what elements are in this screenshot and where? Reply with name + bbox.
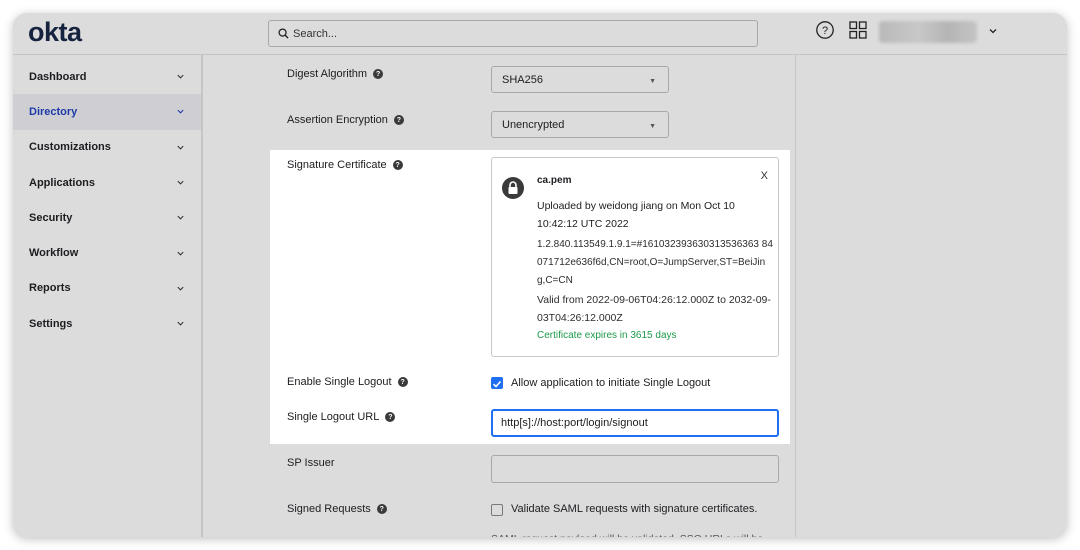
sidebar-item-label: Settings <box>29 317 73 330</box>
signed-requests-label: Signed Requests ? <box>287 503 387 515</box>
chevron-down-icon <box>177 110 184 115</box>
label-text: Signed Requests <box>287 503 371 515</box>
sp-issuer-label: SP Issuer <box>287 457 335 469</box>
chevron-down-icon <box>177 216 184 220</box>
caret-down-icon: ▼ <box>649 78 656 85</box>
help-icon[interactable]: ? <box>376 504 387 514</box>
sidebar-item-reports[interactable]: Reports <box>13 271 201 306</box>
lock-icon <box>502 177 524 199</box>
certificate-distinguished-name: 1.2.840.113549.1.9.1=#161032393630313536… <box>537 239 773 286</box>
signed-requests-note: SAML request payload will be validated. … <box>491 532 763 537</box>
sidebar-item-directory[interactable]: Directory <box>13 94 201 130</box>
digest-algorithm-label: Digest Algorithm ? <box>287 68 384 80</box>
label-text: Single Logout URL <box>287 411 380 423</box>
help-icon[interactable]: ? <box>397 377 408 387</box>
search-icon <box>278 28 289 39</box>
apps-grid-icon[interactable] <box>848 20 868 40</box>
certificate-card: ca.pem X Uploaded by weidong jiang on Mo… <box>491 157 779 357</box>
help-icon[interactable]: ? <box>815 20 835 40</box>
single-logout-url-input[interactable]: http[s]://host:port/login/signout <box>491 409 779 437</box>
sidebar-item-workflow[interactable]: Workflow <box>13 235 201 270</box>
sidebar-item-label: Workflow <box>29 247 79 260</box>
sidebar-item-settings[interactable]: Settings <box>13 306 201 341</box>
input-value: http[s]://host:port/login/signout <box>501 417 648 429</box>
sidebar-item-applications[interactable]: Applications <box>13 165 201 200</box>
sidebar-item-label: Directory <box>29 105 78 118</box>
sidebar-item-label: Reports <box>29 282 71 295</box>
label-text: Assertion Encryption <box>287 114 388 126</box>
single-logout-url-label: Single Logout URL ? <box>287 411 396 423</box>
sidebar-item-dashboard[interactable]: Dashboard <box>13 59 201 94</box>
help-icon[interactable]: ? <box>392 160 403 170</box>
app-window: okta Search... ? Dashboard Directory Cus… <box>13 13 1067 537</box>
close-icon[interactable]: X <box>761 170 768 182</box>
help-icon[interactable]: ? <box>393 115 404 125</box>
profile-name-redacted[interactable] <box>879 21 977 43</box>
sidebar-item-customizations[interactable]: Customizations <box>13 130 201 165</box>
chevron-down-icon[interactable] <box>987 25 999 37</box>
sidebar-item-label: Customizations <box>29 141 111 154</box>
search-placeholder: Search... <box>293 27 338 40</box>
assertion-encryption-label: Assertion Encryption ? <box>287 114 404 126</box>
chevron-down-icon <box>177 321 184 326</box>
label-text: SP Issuer <box>287 457 335 469</box>
sidebar-item-label: Applications <box>29 176 96 189</box>
enable-single-logout-label: Enable Single Logout ? <box>287 376 408 388</box>
help-icon[interactable]: ? <box>373 69 384 79</box>
label-text: Digest Algorithm <box>287 68 368 80</box>
label-text: Signature Certificate <box>287 159 387 171</box>
divider <box>202 55 203 537</box>
search-input[interactable]: Search... <box>268 20 758 47</box>
select-value: SHA256 <box>502 73 543 86</box>
okta-logo[interactable]: okta <box>28 17 82 48</box>
certificate-validity: Valid from 2022-09-06T04:26:12.000Z to 2… <box>537 294 771 324</box>
signature-certificate-label: Signature Certificate ? <box>287 159 403 171</box>
sidebar-item-label: Security <box>29 211 73 224</box>
chevron-down-icon <box>177 180 184 185</box>
divider <box>795 55 796 537</box>
single-logout-checkbox[interactable] <box>491 377 503 389</box>
chevron-down-icon <box>177 145 184 150</box>
signed-requests-checkbox[interactable] <box>491 504 503 516</box>
caret-down-icon: ▼ <box>649 123 656 130</box>
chevron-down-icon <box>177 286 184 291</box>
assertion-encryption-select[interactable]: Unencrypted ▼ <box>491 111 669 138</box>
check-icon <box>492 380 502 388</box>
sidebar: Dashboard Directory Customizations Appli… <box>13 55 202 537</box>
signed-requests-checkbox-label[interactable]: Validate SAML requests with signature ce… <box>511 503 757 515</box>
sp-issuer-input[interactable] <box>491 455 779 483</box>
single-logout-checkbox-label[interactable]: Allow application to initiate Single Log… <box>511 377 710 389</box>
help-icon[interactable]: ? <box>385 412 396 422</box>
certificate-uploaded-info: Uploaded by weidong jiang on Mon Oct 10 … <box>537 200 735 230</box>
top-bar: okta Search... ? <box>13 13 1067 55</box>
certificate-expiry: Certificate expires in 3615 days <box>537 330 677 341</box>
svg-text:?: ? <box>822 25 828 37</box>
sidebar-item-security[interactable]: Security <box>13 200 201 235</box>
chevron-down-icon <box>177 74 184 79</box>
certificate-file-name: ca.pem <box>537 175 572 186</box>
sidebar-item-label: Dashboard <box>29 70 87 83</box>
select-value: Unencrypted <box>502 118 565 131</box>
digest-algorithm-select[interactable]: SHA256 ▼ <box>491 66 669 93</box>
label-text: Enable Single Logout <box>287 376 392 388</box>
chevron-down-icon <box>177 251 184 256</box>
